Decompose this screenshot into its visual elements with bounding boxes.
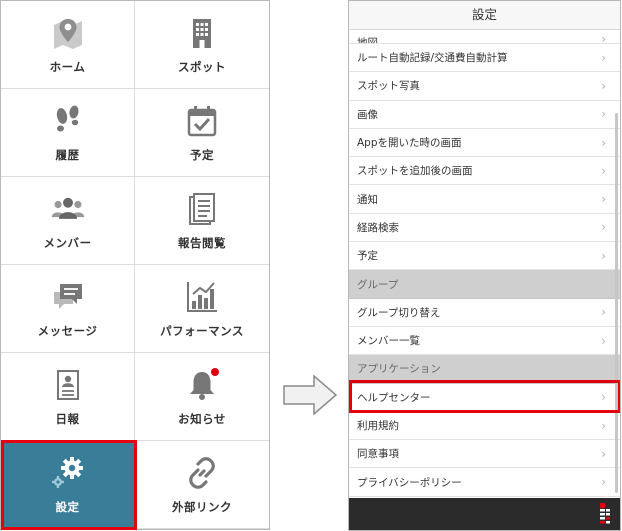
main-menu-screen: ホーム スポット 履歴 予定 メンバー 報告閲覧 メッセージ パフォーマンス 日… xyxy=(0,0,270,530)
menu-tile-members[interactable]: メンバー xyxy=(1,177,135,265)
settings-row-terms[interactable]: 利用規約 › xyxy=(349,411,620,441)
section-header-application: アプリケーション xyxy=(349,355,620,384)
settings-row-image[interactable]: 画像 › xyxy=(349,100,620,129)
chevron-right-icon: › xyxy=(601,107,606,122)
footprints-icon xyxy=(50,103,86,139)
next-step-arrow xyxy=(283,374,338,416)
menu-tile-messages[interactable]: メッセージ xyxy=(1,265,135,353)
settings-row-map[interactable]: 地図 › xyxy=(349,30,620,44)
chevron-right-icon: › xyxy=(601,220,606,235)
chevron-right-icon: › xyxy=(601,248,606,263)
page-title: 設定 xyxy=(349,1,620,30)
section-header-label: グループ xyxy=(357,278,399,291)
chevron-right-icon: › xyxy=(601,78,606,93)
menu-tile-label: 予定 xyxy=(190,147,214,162)
menu-tile-performance[interactable]: パフォーマンス xyxy=(135,265,269,353)
link-icon xyxy=(184,455,220,491)
menu-tile-label: メンバー xyxy=(43,235,92,250)
settings-row-label: グループ切り替え xyxy=(357,306,441,319)
settings-row-notifications[interactable]: 通知 › xyxy=(349,185,620,214)
chevron-right-icon: › xyxy=(601,418,606,433)
settings-row-label: 利用規約 xyxy=(357,420,399,432)
report-icon xyxy=(50,367,86,403)
chevron-right-icon: › xyxy=(601,192,606,207)
menu-tile-label: スポット xyxy=(178,59,226,74)
chevron-right-icon: › xyxy=(601,135,606,150)
menu-tile-spot[interactable]: スポット xyxy=(135,1,269,89)
chevron-right-icon: › xyxy=(601,333,606,348)
settings-list: 地図 › ルート自動記録/交通費自動計算 › スポット写真 › 画像 › App… xyxy=(349,30,620,497)
menu-tile-schedule[interactable]: 予定 xyxy=(135,89,269,177)
settings-row-label: メンバー一覧 xyxy=(357,335,420,348)
bottom-toolbar xyxy=(349,498,620,530)
settings-row-label: 通知 xyxy=(357,193,378,206)
app-status-icon[interactable] xyxy=(596,502,612,526)
chevron-right-icon: › xyxy=(601,50,606,65)
settings-row-schedule[interactable]: 予定 › xyxy=(349,242,620,271)
settings-row-label: プライバシーポリシー xyxy=(357,476,462,489)
chevron-right-icon: › xyxy=(601,390,606,405)
people-icon xyxy=(50,191,86,227)
settings-row-member-list[interactable]: メンバー一覧 › xyxy=(349,326,620,356)
calendar-check-icon xyxy=(184,103,220,139)
menu-tile-settings[interactable]: 設定 xyxy=(1,441,135,529)
chevron-right-icon: › xyxy=(601,163,606,178)
menu-tile-daily-report[interactable]: 日報 xyxy=(1,353,135,441)
menu-tile-label: 外部リンク xyxy=(172,499,232,514)
chevron-right-icon: › xyxy=(601,446,606,461)
settings-row-route-search[interactable]: 経路検索 › xyxy=(349,213,620,243)
menu-tile-label: 日報 xyxy=(55,411,80,426)
menu-tile-label: メッセージ xyxy=(37,323,98,338)
settings-row-route-record[interactable]: ルート自動記録/交通費自動計算 › xyxy=(349,44,620,73)
section-header-group: グループ xyxy=(349,270,620,299)
settings-row-label: 地図 xyxy=(357,37,378,44)
bell-icon xyxy=(184,367,220,403)
notification-dot xyxy=(211,367,219,376)
settings-row-switch-group[interactable]: グループ切り替え › xyxy=(349,298,620,327)
menu-tile-home[interactable]: ホーム xyxy=(1,1,135,89)
chevron-right-icon: › xyxy=(601,305,606,320)
settings-row-help-center[interactable]: ヘルプセンター › xyxy=(349,383,620,412)
menu-tile-reports[interactable]: 報告閲覧 xyxy=(135,177,269,265)
settings-row-spot-photo[interactable]: スポット写真 › xyxy=(349,72,620,101)
settings-row-label: 同意事項 xyxy=(357,448,399,461)
settings-row-label: 経路検索 xyxy=(357,221,399,234)
settings-row-label: スポット写真 xyxy=(357,80,420,93)
menu-tile-external-link[interactable]: 外部リンク xyxy=(135,441,269,529)
menu-tile-label: お知らせ xyxy=(178,411,226,426)
settings-row-label: ヘルプセンター xyxy=(357,391,431,404)
settings-screen: 設定 地図 › ルート自動記録/交通費自動計算 › スポット写真 › 画像 › … xyxy=(348,0,621,531)
menu-tile-history[interactable]: 履歴 xyxy=(1,89,135,177)
map-pin-icon xyxy=(50,15,86,51)
settings-row-privacy-policy[interactable]: プライバシーポリシー › xyxy=(349,468,620,497)
settings-row-consent[interactable]: 同意事項 › xyxy=(349,440,620,469)
scrollbar[interactable] xyxy=(615,113,618,493)
settings-row-after-add-spot[interactable]: スポットを追加後の画面 › xyxy=(349,157,620,186)
building-icon xyxy=(184,15,220,51)
settings-row-label: 画像 xyxy=(357,108,378,121)
menu-tile-label: 履歴 xyxy=(55,147,80,162)
chat-icon xyxy=(50,279,86,315)
settings-row-launch-screen[interactable]: Appを開いた時の画面 › xyxy=(349,128,620,158)
menu-tile-label: 設定 xyxy=(55,499,80,514)
chevron-right-icon: › xyxy=(601,475,606,490)
settings-row-label: 予定 xyxy=(357,250,378,263)
menu-tile-label: パフォーマンス xyxy=(160,323,244,338)
menu-grid: ホーム スポット 履歴 予定 メンバー 報告閲覧 メッセージ パフォーマンス 日… xyxy=(1,1,269,529)
menu-tile-notices[interactable]: お知らせ xyxy=(135,353,269,441)
gear-icon xyxy=(50,455,86,491)
settings-row-label: Appを開いた時の画面 xyxy=(357,137,462,150)
document-icon xyxy=(184,191,220,227)
chevron-right-icon: › xyxy=(601,32,606,44)
menu-tile-label: ホーム xyxy=(49,59,86,74)
bar-chart-icon xyxy=(184,279,220,315)
settings-row-label: ルート自動記録/交通費自動計算 xyxy=(357,52,508,65)
section-header-label: アプリケーション xyxy=(357,363,441,376)
menu-tile-label: 報告閲覧 xyxy=(178,235,226,250)
settings-row-label: スポットを追加後の画面 xyxy=(357,165,473,178)
